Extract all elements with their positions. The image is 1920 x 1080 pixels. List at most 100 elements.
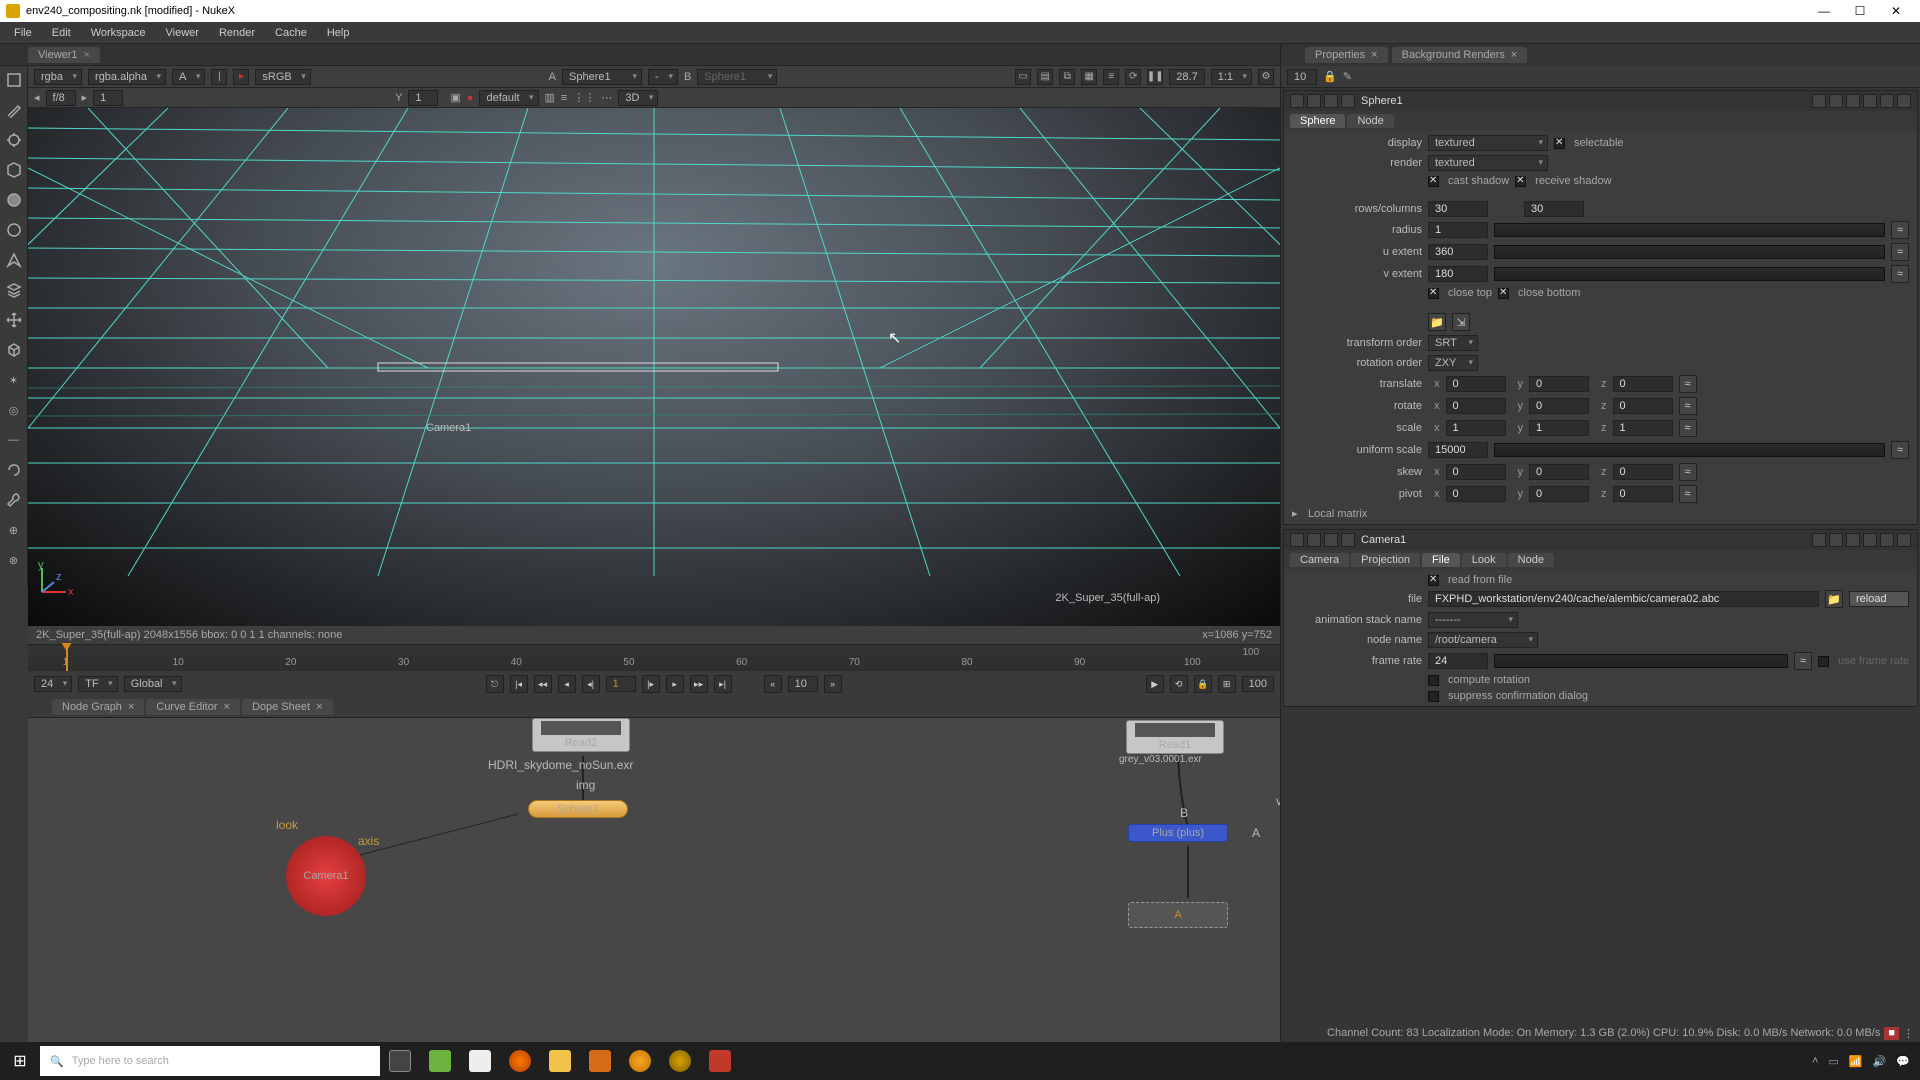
frame-fwd-icon[interactable]: |▸: [642, 675, 660, 693]
notification-icon[interactable]: 💬: [1896, 1055, 1910, 1068]
folder-icon[interactable]: 📁: [1825, 590, 1843, 608]
radius-field[interactable]: 1: [1428, 222, 1488, 238]
property-header[interactable]: Camera1: [1284, 530, 1917, 550]
subchannel-dropdown[interactable]: rgba.alpha: [88, 69, 166, 85]
pause-icon[interactable]: ❚❚: [1147, 69, 1163, 85]
ratio-dropdown[interactable]: 1:1: [1211, 69, 1252, 85]
overlay-icon[interactable]: ▦: [1081, 69, 1097, 85]
step-fwd-icon[interactable]: ▸▸: [690, 675, 708, 693]
radius-slider[interactable]: [1494, 223, 1885, 237]
close-icon[interactable]: ×: [128, 701, 134, 713]
uscale-slider[interactable]: [1494, 443, 1885, 457]
app-notes-icon[interactable]: [460, 1042, 500, 1080]
next-fstop-icon[interactable]: ▸: [82, 91, 88, 104]
target-icon[interactable]: [4, 130, 24, 150]
anim-icon[interactable]: ≈: [1679, 419, 1697, 437]
app-firefox-icon[interactable]: [500, 1042, 540, 1080]
scope-dropdown[interactable]: Global: [124, 676, 182, 692]
import-icon[interactable]: ⇲: [1452, 313, 1470, 331]
render-dropdown[interactable]: textured: [1428, 155, 1548, 171]
menu-help[interactable]: Help: [317, 27, 360, 39]
lock-icon[interactable]: 🔒: [1194, 675, 1212, 693]
lut2-dropdown[interactable]: default: [479, 90, 538, 106]
suppress-checkbox[interactable]: [1428, 691, 1439, 702]
move-icon[interactable]: [4, 310, 24, 330]
node-viewer[interactable]: A: [1128, 902, 1228, 928]
nodename-dropdown[interactable]: /root/camera: [1428, 632, 1538, 648]
channel-dropdown[interactable]: rgba: [34, 69, 82, 85]
playhead[interactable]: [66, 645, 68, 671]
a-extra-dropdown[interactable]: -: [648, 69, 678, 85]
panel-limit[interactable]: 10: [1287, 69, 1317, 85]
wipe-icon[interactable]: ⧉: [1059, 69, 1075, 85]
vextent-slider[interactable]: [1494, 267, 1885, 281]
menu-edit[interactable]: Edit: [42, 27, 81, 39]
framerate-field[interactable]: 24: [1428, 653, 1488, 669]
subtab-look[interactable]: Look: [1462, 553, 1506, 567]
node-sphere1[interactable]: Sphere1: [528, 800, 628, 818]
closetop-checkbox[interactable]: [1428, 288, 1439, 299]
selectable-checkbox[interactable]: [1554, 138, 1565, 149]
node-read2[interactable]: Read2: [532, 718, 630, 752]
anim-icon[interactable]: ≈: [1679, 397, 1697, 415]
tab-properties[interactable]: Properties×: [1305, 47, 1388, 63]
close-icon[interactable]: ×: [1371, 49, 1377, 61]
y-value[interactable]: 1: [408, 90, 438, 106]
tab-curveeditor[interactable]: Curve Editor×: [146, 699, 240, 715]
brush-tool-icon[interactable]: [4, 100, 24, 120]
anim-icon[interactable]: ≈: [1891, 265, 1909, 283]
app-green-icon[interactable]: [420, 1042, 460, 1080]
tx-field[interactable]: 0: [1446, 376, 1506, 392]
kz-field[interactable]: 0: [1613, 464, 1673, 480]
anim-icon[interactable]: ≈: [1891, 441, 1909, 459]
volume-icon[interactable]: 🔊: [1873, 1055, 1887, 1068]
vextent-field[interactable]: 180: [1428, 266, 1488, 282]
subtab-node[interactable]: Node: [1347, 114, 1393, 128]
menu-cache[interactable]: Cache: [265, 27, 317, 39]
file-field[interactable]: FXPHD_workstation/env240/cache/alembic/c…: [1428, 591, 1819, 607]
red-dot-icon[interactable]: ●: [467, 92, 474, 104]
animstack-dropdown[interactable]: -------: [1428, 612, 1518, 628]
globe-a-icon[interactable]: ⊕: [4, 520, 24, 540]
rec-icon[interactable]: ▶: [1146, 675, 1164, 693]
px-field[interactable]: 0: [1446, 486, 1506, 502]
recvshadow-checkbox[interactable]: [1515, 176, 1526, 187]
fps-dropdown[interactable]: 24: [34, 676, 72, 692]
circle-o-icon[interactable]: ◎: [4, 400, 24, 420]
color-tool-icon[interactable]: [4, 460, 24, 480]
torder-dropdown[interactable]: SRT: [1428, 335, 1478, 351]
close-button[interactable]: ✕: [1878, 4, 1914, 18]
frame-back-icon[interactable]: ◂|: [582, 675, 600, 693]
status-menu-icon[interactable]: ⋮: [1903, 1027, 1914, 1040]
to-start-icon[interactable]: |◂: [510, 675, 528, 693]
close-icon[interactable]: ×: [84, 49, 90, 61]
ry-field[interactable]: 0: [1529, 398, 1589, 414]
task-view-icon[interactable]: [380, 1042, 420, 1080]
minimize-button[interactable]: —: [1806, 4, 1842, 18]
lines-icon[interactable]: ≡: [1103, 69, 1119, 85]
globe-b-icon[interactable]: ⊗: [4, 550, 24, 570]
lock-icon[interactable]: 🔒: [1323, 70, 1337, 83]
folder-icon[interactable]: 📁: [1428, 313, 1446, 331]
readfile-checkbox[interactable]: [1428, 575, 1439, 586]
property-header[interactable]: Sphere1: [1284, 91, 1917, 111]
menu-workspace[interactable]: Workspace: [81, 27, 156, 39]
gear-icon[interactable]: ⚙: [1258, 69, 1274, 85]
rows-field[interactable]: 30: [1428, 201, 1488, 217]
taskbar-search[interactable]: 🔍 Type here to search: [40, 1046, 380, 1076]
sy-field[interactable]: 1: [1529, 420, 1589, 436]
play-rev-icon[interactable]: ◂: [558, 675, 576, 693]
anim-icon[interactable]: ≈: [1679, 463, 1697, 481]
hexagon-icon[interactable]: [4, 160, 24, 180]
pipe-icon[interactable]: |: [211, 69, 227, 85]
uextent-field[interactable]: 360: [1428, 244, 1488, 260]
app-orange-icon[interactable]: [580, 1042, 620, 1080]
node-camera1[interactable]: Camera1: [286, 836, 366, 916]
step-back-icon[interactable]: ◂◂: [534, 675, 552, 693]
rx-field[interactable]: 0: [1446, 398, 1506, 414]
anim-icon[interactable]: ≈: [1679, 375, 1697, 393]
app-blender-icon[interactable]: [620, 1042, 660, 1080]
key-prev-icon[interactable]: ⎋: [486, 675, 504, 693]
fstop-index[interactable]: 1: [93, 90, 123, 106]
subtab-sphere[interactable]: Sphere: [1290, 114, 1345, 128]
